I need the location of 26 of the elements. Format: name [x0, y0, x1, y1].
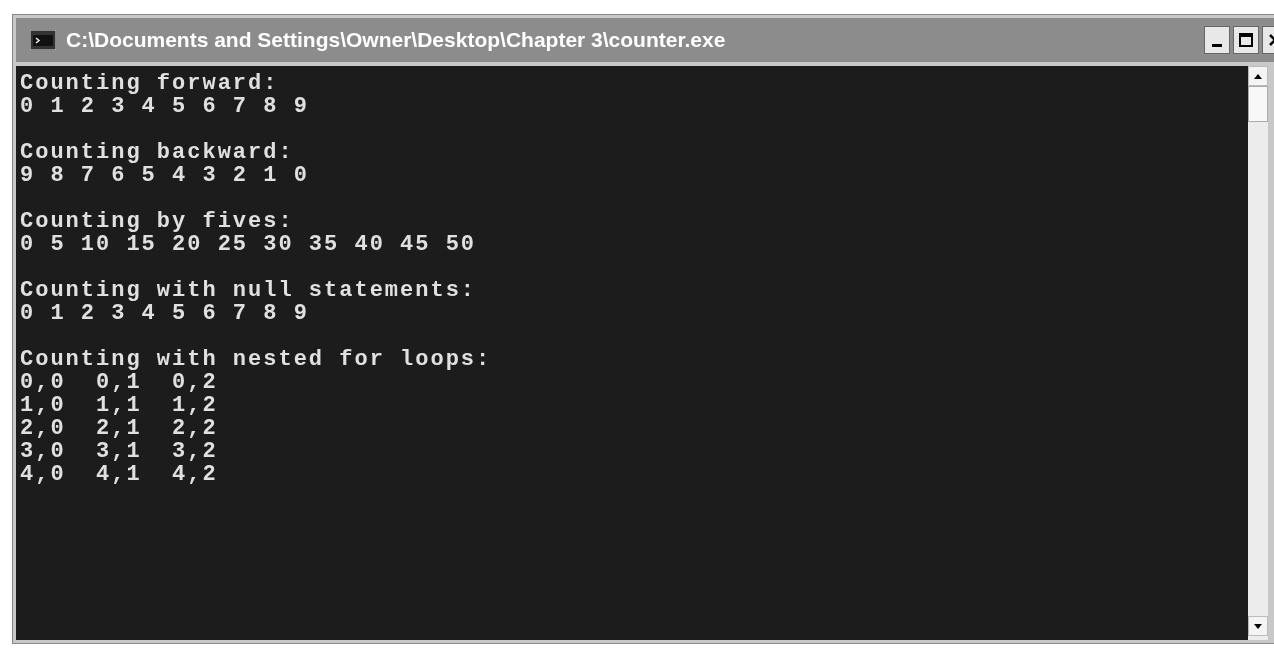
console-heading: Counting forward: [20, 72, 279, 95]
console-line: 0 1 2 3 4 5 6 7 8 9 [20, 302, 309, 325]
maximize-icon [1239, 33, 1253, 47]
minimize-icon [1212, 44, 1222, 47]
console-heading: Counting with null statements: [20, 279, 477, 302]
maximize-button[interactable] [1233, 26, 1259, 54]
console-line: 3,0 3,1 3,2 [20, 440, 218, 463]
console-heading: Counting by fives: [20, 210, 294, 233]
down-arrow-icon [1254, 623, 1262, 629]
console-line: 4,0 4,1 4,2 [20, 463, 218, 486]
scroll-thumb[interactable] [1248, 86, 1268, 122]
console-line: 0,0 0,1 0,2 [20, 371, 218, 394]
console-line: 9 8 7 6 5 4 3 2 1 0 [20, 164, 309, 187]
console-heading: Counting backward: [20, 141, 294, 164]
console-line: 2,0 2,1 2,2 [20, 417, 218, 440]
console-line: 0 1 2 3 4 5 6 7 8 9 [20, 95, 309, 118]
up-arrow-icon [1254, 73, 1262, 79]
scroll-up-button[interactable] [1248, 66, 1268, 86]
minimize-button[interactable] [1204, 26, 1230, 54]
scroll-down-button[interactable] [1248, 616, 1268, 636]
console-heading: Counting with nested for loops: [20, 348, 492, 371]
console-line: 0 5 10 15 20 25 30 35 40 45 50 [20, 233, 477, 256]
window-title: C:\Documents and Settings\Owner\Desktop\Chapter 3\counter.exe [66, 27, 726, 54]
console-line: 1,0 1,1 1,2 [20, 394, 218, 417]
scrollbar[interactable] [1248, 66, 1268, 640]
console-icon [30, 30, 56, 50]
